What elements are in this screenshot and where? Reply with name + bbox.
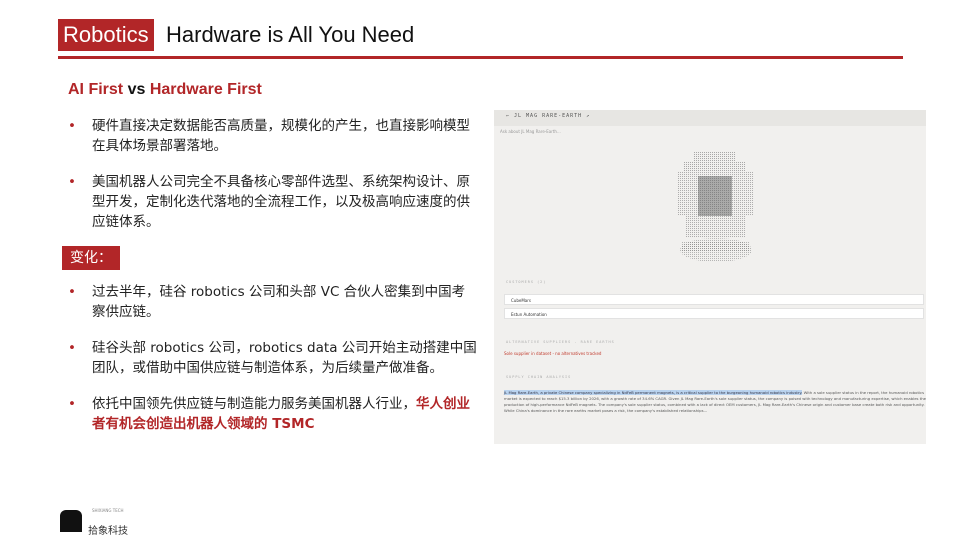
logo-tiny-text: SHIXIANG TECH [92,508,124,513]
screenshot-title: ← JL MAG RARE-EARTH ↗ [506,113,591,119]
change-label: 变化： [62,246,120,270]
subtitle-ai-first: AI First [68,81,124,98]
slide-title: Hardware is All You Need [166,22,415,47]
embedded-screenshot: ← JL MAG RARE-EARTH ↗ Ask about JL Mag R… [494,110,926,444]
bullet-list-top: 硬件直接决定数据能否高质量，规模化的产生，也直接影响模型在具体场景部署落地。 美… [68,116,478,248]
customer-card: CubeMars [504,294,924,305]
analysis-label: SUPPLY CHAIN ANALYSIS [506,375,572,379]
bullet-item: 依托中国领先供应链与制造能力服务美国机器人行业，华人创业者有机会创造出机器人领域… [68,394,478,434]
logo-icon [60,510,82,532]
subtitle-vs: vs [123,81,150,98]
title-divider [58,56,903,59]
bullet-item: 硅谷头部 robotics 公司，robotics data 公司开始主动搭建中… [68,338,478,378]
bullet-item: 硬件直接决定数据能否高质量，规模化的产生，也直接影响模型在具体场景部署落地。 [68,116,478,156]
subtitle-hardware-first: Hardware First [149,81,262,98]
customers-label: CUSTOMERS (2) [506,280,547,284]
bullet-item: 过去半年，硅谷 robotics 公司和头部 VC 合伙人密集到中国考察供应链。 [68,282,478,322]
analysis-paragraph: JL Mag Rare-Earth, a private Chinese com… [504,390,926,414]
customer-card: Estun Automation [504,308,924,319]
logo-text: 拾象科技 [88,526,128,537]
alternatives-text: Sole supplier in dataset - no alternativ… [504,351,602,356]
bullet-list-bottom: 过去半年，硅谷 robotics 公司和头部 VC 合伙人密集到中国考察供应链。… [68,282,478,450]
motor-3d-icon [678,152,754,262]
bullet-item: 美国机器人公司完全不具备核心零部件选型、系统架构设计、原型开发，定制化迭代落地的… [68,172,478,232]
bullet-text: 依托中国领先供应链与制造能力服务美国机器人行业， [92,396,416,412]
subtitle: AI First vs Hardware First [68,81,262,99]
analysis-highlight: JL Mag Rare-Earth, a private Chinese com… [504,390,803,395]
ask-input: Ask about JL Mag Rare-Earth... [500,129,561,134]
screenshot-header: ← JL MAG RARE-EARTH ↗ [494,110,926,126]
alternatives-label: ALTERNATIVE SUPPLIERS - RARE EARTHS [506,340,615,344]
section-tag: Robotics [58,19,154,51]
